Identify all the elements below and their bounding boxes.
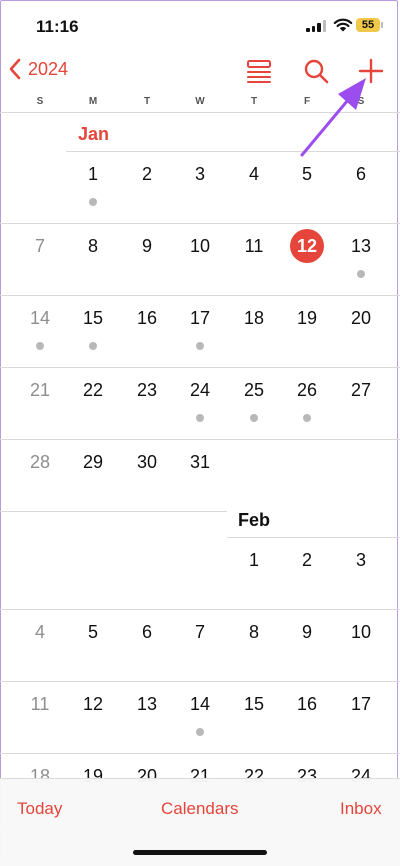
day-cell[interactable]: 13 bbox=[344, 229, 378, 263]
week-divider bbox=[0, 609, 400, 610]
calendars-button[interactable]: Calendars bbox=[161, 799, 239, 819]
day-cell[interactable]: 12 bbox=[76, 687, 110, 721]
day-cell[interactable]: 11 bbox=[237, 229, 271, 263]
day-cell[interactable]: 27 bbox=[344, 373, 378, 407]
event-dot bbox=[196, 342, 204, 350]
week-divider bbox=[0, 439, 400, 440]
day-cell[interactable]: 7 bbox=[23, 229, 57, 263]
day-cell[interactable]: 11 bbox=[23, 687, 57, 721]
day-cell[interactable]: 24 bbox=[183, 373, 217, 407]
day-cell[interactable]: 22 bbox=[76, 373, 110, 407]
day-cell[interactable]: 13 bbox=[130, 687, 164, 721]
day-cell[interactable]: 5 bbox=[76, 615, 110, 649]
weekday-label: T bbox=[250, 96, 258, 107]
list-view-icon[interactable] bbox=[246, 58, 272, 84]
week-divider bbox=[0, 681, 400, 682]
day-cell[interactable]: 2 bbox=[130, 157, 164, 191]
week-divider bbox=[0, 223, 400, 224]
day-cell[interactable]: 16 bbox=[290, 687, 324, 721]
week-divider bbox=[227, 537, 400, 538]
day-cell-today[interactable]: 12 bbox=[290, 229, 324, 263]
day-cell[interactable]: 9 bbox=[130, 229, 164, 263]
inbox-button[interactable]: Inbox bbox=[340, 799, 382, 819]
cellular-signal-icon bbox=[306, 20, 328, 32]
day-cell[interactable]: 23 bbox=[130, 373, 164, 407]
back-button[interactable]: 2024 bbox=[8, 58, 68, 80]
day-cell[interactable]: 17 bbox=[344, 687, 378, 721]
battery-icon: 55 bbox=[356, 18, 383, 32]
day-cell[interactable]: 30 bbox=[130, 445, 164, 479]
day-cell[interactable]: 8 bbox=[76, 229, 110, 263]
week-divider bbox=[0, 367, 400, 368]
day-cell[interactable]: 29 bbox=[76, 445, 110, 479]
day-cell[interactable]: 31 bbox=[183, 445, 217, 479]
month-label: Feb bbox=[238, 510, 271, 530]
weekday-label: T bbox=[143, 96, 151, 107]
day-cell[interactable]: 1 bbox=[76, 157, 110, 191]
day-cell[interactable]: 1 bbox=[237, 543, 271, 577]
back-year-label: 2024 bbox=[28, 58, 69, 79]
day-cell[interactable]: 3 bbox=[344, 543, 378, 577]
month-label: Jan bbox=[78, 124, 110, 144]
week-divider bbox=[0, 753, 400, 754]
chevron-left-icon bbox=[9, 58, 21, 80]
day-cell[interactable]: 2 bbox=[290, 543, 324, 577]
day-cell[interactable]: 15 bbox=[237, 687, 271, 721]
event-dot bbox=[196, 414, 204, 422]
day-cell[interactable]: 8 bbox=[237, 615, 271, 649]
day-cell[interactable]: 14 bbox=[183, 687, 217, 721]
day-cell[interactable]: 4 bbox=[23, 615, 57, 649]
day-cell[interactable]: 26 bbox=[290, 373, 324, 407]
weekday-label: W bbox=[195, 96, 205, 107]
event-dot bbox=[89, 198, 97, 206]
day-cell[interactable]: 7 bbox=[183, 615, 217, 649]
day-cell[interactable]: 28 bbox=[23, 445, 57, 479]
week-divider bbox=[0, 295, 400, 296]
day-cell[interactable]: 21 bbox=[23, 373, 57, 407]
event-dot bbox=[303, 414, 311, 422]
day-cell[interactable]: 4 bbox=[237, 157, 271, 191]
annotation-arrow-icon bbox=[300, 78, 366, 157]
week-divider bbox=[0, 511, 227, 512]
wifi-icon bbox=[333, 18, 353, 32]
day-cell[interactable]: 19 bbox=[290, 301, 324, 335]
event-dot bbox=[250, 414, 258, 422]
day-cell[interactable]: 18 bbox=[237, 301, 271, 335]
day-cell[interactable]: 10 bbox=[183, 229, 217, 263]
day-cell[interactable]: 3 bbox=[183, 157, 217, 191]
today-button[interactable]: Today bbox=[17, 799, 62, 819]
status-time: 11:16 bbox=[36, 17, 79, 36]
day-cell[interactable]: 14 bbox=[23, 301, 57, 335]
event-dot bbox=[196, 728, 204, 736]
day-cell[interactable]: 9 bbox=[290, 615, 324, 649]
weekday-label: S bbox=[36, 96, 44, 107]
status-bar: 11:16 55 bbox=[0, 0, 400, 46]
home-indicator bbox=[133, 850, 267, 855]
day-cell[interactable]: 25 bbox=[237, 373, 271, 407]
day-cell[interactable]: 10 bbox=[344, 615, 378, 649]
day-cell[interactable]: 15 bbox=[76, 301, 110, 335]
day-cell[interactable]: 6 bbox=[130, 615, 164, 649]
weekday-label: M bbox=[88, 96, 98, 107]
event-dot bbox=[89, 342, 97, 350]
day-cell[interactable]: 20 bbox=[344, 301, 378, 335]
event-dot bbox=[357, 270, 365, 278]
day-cell[interactable]: 16 bbox=[130, 301, 164, 335]
event-dot bbox=[36, 342, 44, 350]
day-cell[interactable]: 17 bbox=[183, 301, 217, 335]
